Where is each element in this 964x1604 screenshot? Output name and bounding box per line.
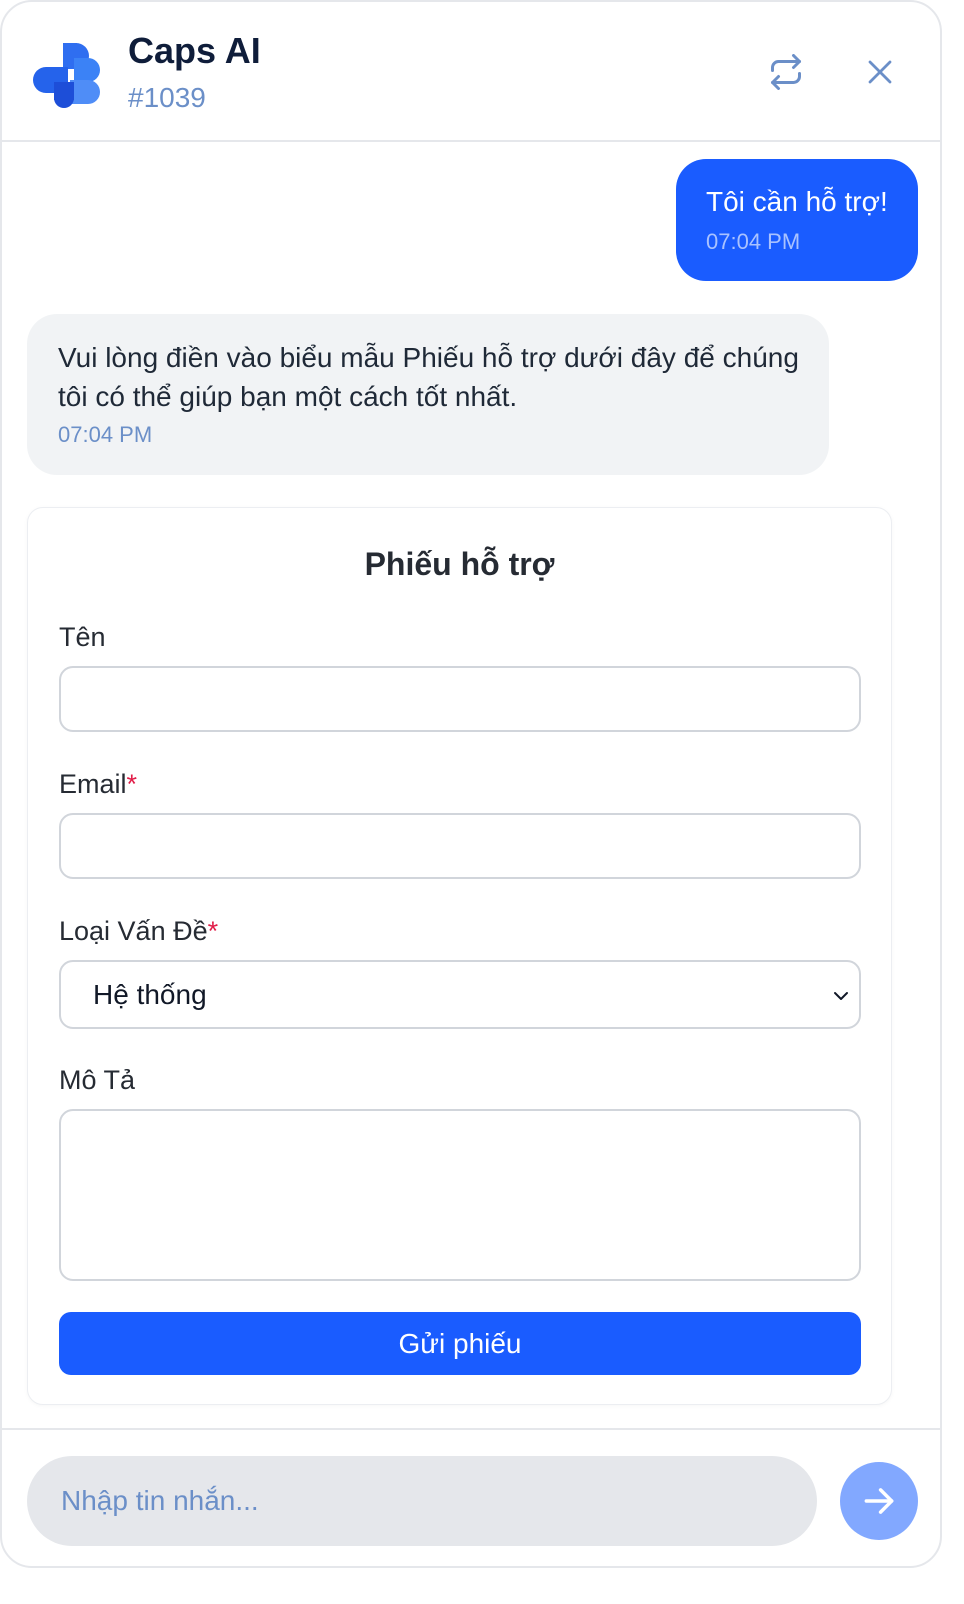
user-message: Tôi cần hỗ trợ! 07:04 PM — [676, 159, 918, 281]
message-time: 07:04 PM — [58, 422, 153, 447]
caps-ai-logo — [33, 43, 100, 108]
issue-type-value: Hệ thống — [93, 978, 207, 1010]
chat-widget: Caps AI #1039 Tôi cần hỗ trợ! 07:04 PM V… — [0, 0, 942, 1568]
message-text: Vui lòng điền vào biểu mẫu Phiếu hỗ trợ … — [58, 342, 799, 412]
form-title: Phiếu hỗ trợ — [364, 546, 555, 582]
name-label: Tên — [59, 622, 106, 652]
description-label: Mô Tả — [59, 1065, 136, 1095]
refresh-icon — [771, 54, 801, 90]
issue-type-label: Loại Vấn Đề* — [59, 916, 219, 946]
message-input[interactable]: Nhập tin nhắn... — [27, 1456, 817, 1546]
message-time: 07:04 PM — [706, 229, 801, 254]
support-ticket-form: Phiếu hỗ trợ Tên Email* Loại Vấn Đề* Hệ … — [27, 507, 892, 1405]
chat-header: Caps AI #1039 — [2, 2, 940, 142]
chevron-down-icon — [834, 992, 848, 1000]
submit-ticket-button[interactable]: Gửi phiếu — [59, 1312, 861, 1375]
email-label: Email* — [59, 769, 138, 799]
composer: Nhập tin nhắn... — [2, 1428, 940, 1566]
send-button[interactable] — [840, 1462, 918, 1540]
refresh-button[interactable] — [764, 50, 808, 94]
bot-message: Vui lòng điền vào biểu mẫu Phiếu hỗ trợ … — [27, 314, 829, 475]
arrow-right-icon — [864, 1488, 894, 1514]
required-mark: * — [207, 916, 219, 946]
ticket-id: #1039 — [128, 82, 206, 113]
message-text: Tôi cần hỗ trợ! — [706, 186, 888, 217]
app-title: Caps AI — [128, 30, 261, 71]
email-field[interactable] — [59, 813, 861, 879]
close-icon — [868, 60, 892, 84]
required-mark: * — [126, 769, 138, 799]
description-textarea[interactable] — [59, 1109, 861, 1281]
close-button[interactable] — [858, 50, 902, 94]
name-field[interactable] — [59, 666, 861, 732]
issue-type-select[interactable]: Hệ thống — [59, 960, 861, 1029]
message-input-placeholder: Nhập tin nhắn... — [61, 1485, 259, 1516]
